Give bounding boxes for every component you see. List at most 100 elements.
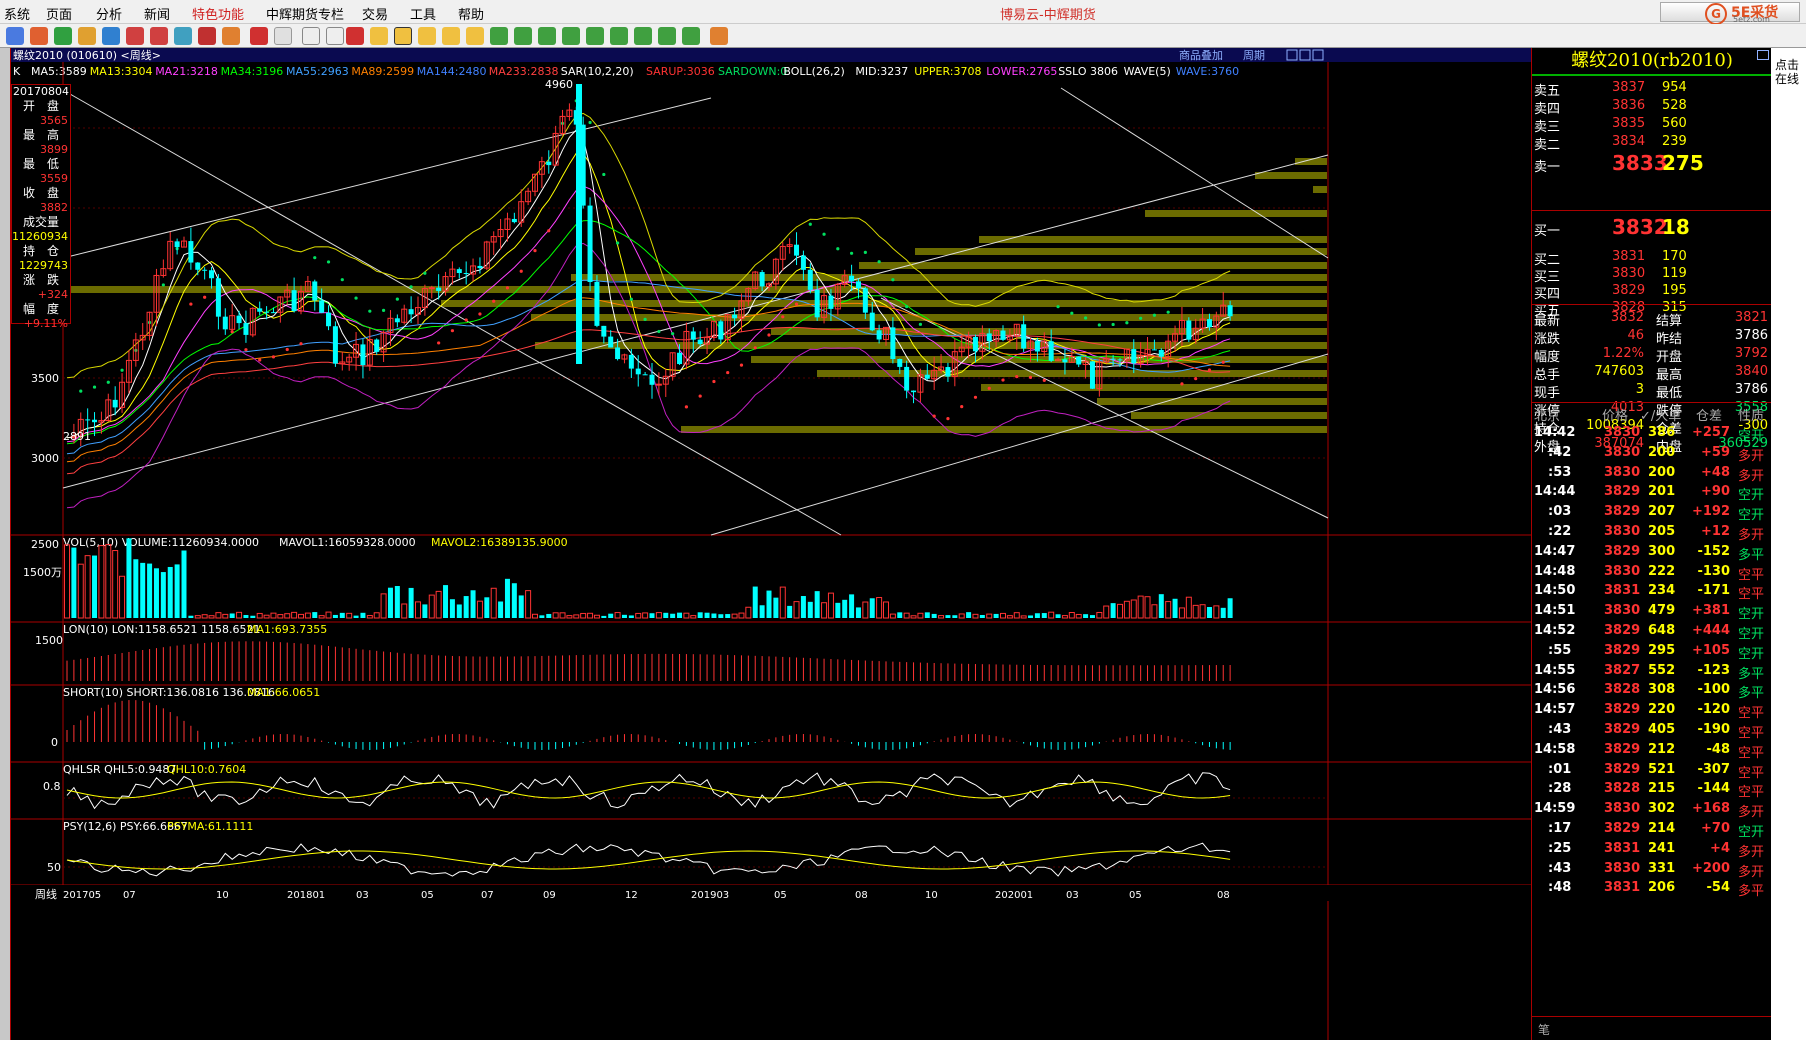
psy-ma: PSYMA:61.1111: [167, 820, 253, 833]
menu-page[interactable]: 页面: [46, 4, 72, 23]
table-icon[interactable]: [302, 27, 320, 45]
time-icon[interactable]: [274, 27, 292, 45]
menu-news[interactable]: 新闻: [144, 4, 170, 23]
refresh-icon[interactable]: [102, 27, 120, 45]
ob-price: 3834: [1612, 134, 1646, 149]
vol-ma2: MAVOL2:16389135.9000: [431, 536, 568, 549]
period-month-button[interactable]: [418, 27, 436, 45]
menu-analysis[interactable]: 分析: [96, 4, 122, 23]
ob-price: 3836: [1612, 98, 1646, 113]
tick-row: 14:59 3830 302 +168 多开: [1534, 801, 1765, 821]
tick-row: 14:44 3829 201 +90 空开: [1534, 484, 1765, 504]
high-mark: 4960: [545, 78, 573, 91]
ma-legend-item: MA89:2599: [351, 65, 414, 78]
ma-legend-item: SARUP:3036: [646, 65, 715, 78]
menu-system[interactable]: 系统: [4, 4, 30, 23]
ob-price: 3829: [1612, 283, 1646, 298]
layout-icon[interactable]: [174, 27, 192, 45]
ob-price: 3831: [1612, 249, 1646, 264]
quote-title: 螺纹2010(rb2010): [1532, 48, 1772, 76]
info-date: 20170804: [13, 85, 69, 98]
menu-features[interactable]: 特色功能: [192, 4, 244, 23]
quote-panel: 螺纹2010(rb2010) 卖五 3837 954 卖四 3836 528 卖三 3835 5…: [1531, 48, 1772, 1040]
chart-icon[interactable]: [78, 27, 96, 45]
ob-price: 3837: [1612, 80, 1646, 95]
menu-bar: 系统 页面 分析 新闻 特色功能 中辉期货专栏 交易 工具 帮助 博易云-中辉期…: [0, 0, 1806, 25]
ob-price: 3832: [1612, 215, 1668, 239]
period-day-button[interactable]: [370, 27, 388, 45]
tick-row: 14:56 3828 308 -100 多平: [1534, 682, 1765, 702]
online-service-text[interactable]: 点击在线: [1775, 58, 1799, 86]
ma-legend-item: MA5:3589: [31, 65, 87, 78]
trend-icon[interactable]: [326, 27, 344, 45]
menu-help[interactable]: 帮助: [458, 4, 484, 23]
period-season-button[interactable]: [442, 27, 460, 45]
ob-price: 3830: [1612, 266, 1646, 281]
brand-area: G 5E采货 5etz.com: [1660, 2, 1800, 25]
ma-legend-item: WAVE:3760: [1176, 65, 1239, 78]
kline-chart[interactable]: 螺纹2010 (010610) <周线> 商品叠加 周期 K MA5:3589 MA…: [11, 48, 1531, 1040]
tick-row: :22 3830 205 +12 多开: [1548, 524, 1765, 543]
period-3m-button[interactable]: [514, 27, 532, 45]
orderbook-row: 买一 3832 18: [1532, 214, 1772, 239]
ma-legend-item: SAR(10,2,20): [561, 65, 634, 78]
period-30m-button[interactable]: [586, 27, 604, 45]
period-2h-button[interactable]: [634, 27, 652, 45]
tick-icon[interactable]: [346, 27, 364, 45]
tick-row: :28 3828 215 -144 空平: [1548, 781, 1765, 801]
psy-tick: 50: [47, 861, 61, 874]
period-year-button[interactable]: [466, 27, 484, 45]
tick-row: :25 3831 241 +4 多开: [1548, 840, 1765, 860]
period-5m-button[interactable]: [538, 27, 556, 45]
pin-icon[interactable]: [250, 27, 268, 45]
left-side-tabs[interactable]: [0, 48, 10, 1040]
tick-row: :43 3830 331 +200 多开: [1548, 860, 1765, 880]
period-1m-button[interactable]: [490, 27, 508, 45]
stat-row: 涨跌 46 昨结 3786: [1534, 328, 1768, 347]
ma-legend-item: BOLL(26,2): [783, 65, 844, 78]
period-link[interactable]: 周期: [1243, 49, 1265, 62]
info-label: 最 低: [22, 157, 59, 171]
vol-ma1: MAVOL1:16059328.0000: [279, 536, 416, 549]
menu-trade[interactable]: 交易: [362, 4, 388, 23]
search-icon[interactable]: [126, 27, 144, 45]
home-icon[interactable]: [30, 27, 48, 45]
tick-row: 14:55 3827 552 -123 多平: [1534, 662, 1765, 682]
back-icon[interactable]: [6, 27, 24, 45]
tick-row: 14:47 3829 300 -152 多平: [1534, 543, 1765, 563]
menu-zhonghui[interactable]: 中辉期货专栏: [266, 4, 344, 23]
tick-header: 北京 价格 ✓/大单 仓差 性质: [1532, 402, 1772, 424]
menu-tools[interactable]: 工具: [410, 4, 436, 23]
x-tick: 03: [1066, 890, 1079, 901]
ma-legend-item: SARDOWN:0: [718, 65, 787, 78]
period-15m-button[interactable]: [562, 27, 580, 45]
ma-legend-item: MA55:2963: [286, 65, 349, 78]
orderbook-row: 卖五 3837 954: [1532, 78, 1772, 99]
period-3h-button[interactable]: [658, 27, 676, 45]
panel-footer: 笔: [1532, 1016, 1772, 1040]
x-tick: 08: [855, 890, 868, 901]
quote-icon[interactable]: [54, 27, 72, 45]
settings-icon[interactable]: [710, 27, 728, 45]
zoom-icon[interactable]: [150, 27, 168, 45]
period-4h-button[interactable]: [682, 27, 700, 45]
info-label: 开 盘: [22, 99, 59, 113]
x-tick: 07: [123, 890, 136, 901]
pen-icon[interactable]: [222, 27, 240, 45]
draw-icon[interactable]: [198, 27, 216, 45]
ob-volume: 560: [1662, 116, 1687, 131]
toolbar: [0, 24, 1806, 48]
chart-area[interactable]: 螺纹2010 (010610) <周线> 商品叠加 周期 K MA5:3589 MA…: [10, 48, 1531, 1040]
overlay-link[interactable]: 商品叠加: [1179, 48, 1223, 62]
info-label: 收 盘: [22, 186, 59, 200]
short-tick: 0: [51, 736, 58, 749]
x-tick: 201903: [691, 890, 729, 901]
online-service-strip[interactable]: 点击在线: [1771, 48, 1806, 1040]
panel-toggle-icon[interactable]: [1757, 50, 1769, 60]
ma-legend-item: MA233:2838: [489, 65, 559, 78]
tick-row: 14:57 3829 220 -120 空平: [1534, 702, 1765, 722]
ob-volume: 119: [1662, 266, 1687, 281]
period-week-button[interactable]: [394, 27, 412, 45]
period-60m-button[interactable]: [610, 27, 628, 45]
stat-row: 最新 3832 结算 3821: [1534, 310, 1768, 329]
